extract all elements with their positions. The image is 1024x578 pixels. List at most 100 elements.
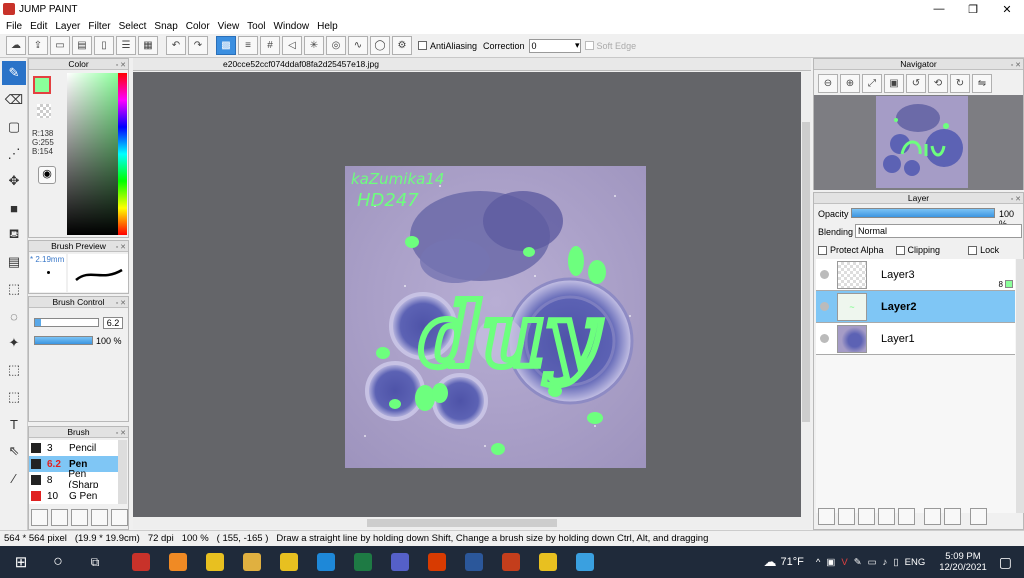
palette-icon[interactable]: ◉	[38, 166, 56, 184]
taskbar-explorer-icon[interactable]	[237, 550, 267, 574]
settings-gear-icon[interactable]: ⚙	[392, 36, 412, 55]
brush-item[interactable]: 10 G Pen	[29, 488, 118, 504]
brush-size-value[interactable]: 6.2	[103, 317, 123, 329]
menu-snap[interactable]: Snap	[150, 21, 181, 32]
message-icon[interactable]: ▤	[72, 36, 92, 55]
snap-grid-icon[interactable]: #	[260, 36, 280, 55]
taskbar-excel-icon[interactable]	[348, 550, 378, 574]
gradient-tool-icon[interactable]: ▤	[2, 250, 26, 274]
tray-antivirus-icon[interactable]: V	[841, 557, 847, 568]
search-icon[interactable]: ○	[43, 550, 73, 574]
weather-icon[interactable]: ☁	[764, 554, 777, 570]
undo-icon[interactable]: ↶	[166, 36, 186, 55]
rotate-left-icon[interactable]: ↺	[906, 74, 926, 93]
bucket-tool-icon[interactable]: ⛾	[2, 223, 26, 247]
menu-edit[interactable]: Edit	[26, 21, 51, 32]
layer-row-selected[interactable]: ~ Layer2	[816, 291, 1015, 323]
actual-size-icon[interactable]: ▣	[884, 74, 904, 93]
clipping-checkbox[interactable]	[895, 245, 905, 255]
rotate-right-icon[interactable]: ↻	[950, 74, 970, 93]
menu-layer[interactable]: Layer	[51, 21, 84, 32]
text-tool-icon[interactable]: T	[2, 412, 26, 436]
volume-icon[interactable]: ♪	[883, 557, 888, 568]
correction-select[interactable]: 0 ▾	[528, 38, 581, 53]
foreground-color-swatch[interactable]	[33, 76, 51, 94]
eyedropper-icon[interactable]: ⁄	[2, 466, 26, 490]
brush-item[interactable]: 3 Pencil	[29, 440, 118, 456]
taskbar-chrome-3-icon[interactable]	[533, 550, 563, 574]
halftone-layer-icon[interactable]	[878, 508, 895, 525]
operation-tool-icon[interactable]: ⇖	[2, 439, 26, 463]
close-button[interactable]: ✕	[990, 3, 1024, 16]
maximize-button[interactable]: ❐	[956, 3, 990, 16]
reset-rotation-icon[interactable]: ⟲	[928, 74, 948, 93]
duplicate-layer-icon[interactable]	[924, 508, 941, 525]
brush-size-slider[interactable]	[34, 318, 99, 327]
zoom-in-icon[interactable]: ⊕	[840, 74, 860, 93]
navigator-thumbnail[interactable]	[876, 96, 968, 188]
task-view-icon[interactable]: ⧉	[80, 550, 110, 574]
taskbar-chrome-icon[interactable]	[200, 550, 230, 574]
snap-radial-icon[interactable]: ✳	[304, 36, 324, 55]
new-1bit-layer-icon[interactable]	[858, 508, 875, 525]
snap-ellipse-icon[interactable]: ◯	[370, 36, 390, 55]
battery-icon[interactable]: ▯	[893, 557, 898, 568]
taskbar-edge-icon[interactable]	[311, 550, 341, 574]
menu-file[interactable]: File	[2, 21, 26, 32]
menu-filter[interactable]: Filter	[84, 21, 114, 32]
layer-row[interactable]: Layer3 8	[816, 259, 1015, 291]
protect-alpha-checkbox[interactable]	[818, 245, 827, 255]
dot-line-tool-icon[interactable]: ⋰	[2, 142, 26, 166]
snap-vanish-icon[interactable]: ◁	[282, 36, 302, 55]
new-layer-icon[interactable]	[818, 508, 835, 525]
document-tab[interactable]: e20cce52ccf074ddaf08fa2d25457e18.jpg	[223, 59, 379, 69]
brush-list-scrollbar[interactable]	[118, 440, 127, 504]
brush-settings-icon[interactable]	[31, 509, 48, 526]
windows-start-icon[interactable]: ⊞	[6, 550, 36, 574]
taskbar-photos-icon[interactable]	[570, 550, 600, 574]
menu-tool[interactable]: Tool	[243, 21, 269, 32]
taskbar-jump-paint-icon[interactable]	[126, 550, 156, 574]
menu-help[interactable]: Help	[313, 21, 342, 32]
brush-opacity-slider[interactable]	[34, 336, 93, 345]
taskbar-sublime-icon[interactable]	[163, 550, 193, 574]
weather-temperature[interactable]: 71°F	[781, 556, 804, 568]
cloud-icon[interactable]: ☁	[6, 36, 26, 55]
brush-item[interactable]: 8 Pen (Sharp	[29, 469, 118, 491]
zoom-out-icon[interactable]: ⊖	[818, 74, 838, 93]
rectangle-tool-icon[interactable]: ▢	[2, 115, 26, 139]
clock[interactable]: 5:09 PM 12/20/2021	[939, 551, 987, 573]
move-tool-icon[interactable]: ✥	[2, 169, 26, 193]
redo-icon[interactable]: ↷	[188, 36, 208, 55]
snap-concentric-icon[interactable]: ◎	[326, 36, 346, 55]
notification-icon[interactable]: ▢	[999, 554, 1012, 571]
antialiasing-checkbox[interactable]	[418, 41, 427, 50]
visibility-eye-icon[interactable]	[820, 302, 829, 311]
taskbar-chrome-2-icon[interactable]	[274, 550, 304, 574]
tray-pen-icon[interactable]: ✎	[854, 557, 862, 568]
new-page-icon[interactable]: ▯	[94, 36, 114, 55]
magic-wand-icon[interactable]: ✦	[2, 331, 26, 355]
snap-parallel-icon[interactable]: ≡	[238, 36, 258, 55]
share-icon[interactable]: ⇪	[28, 36, 48, 55]
lasso-icon[interactable]: ◌	[2, 304, 26, 328]
new-folder-icon[interactable]	[898, 508, 915, 525]
tray-chevron-icon[interactable]: ^	[816, 557, 820, 568]
visibility-eye-icon[interactable]	[820, 270, 829, 279]
snap-off-icon[interactable]: ▩	[216, 36, 236, 55]
select-eraser-icon[interactable]: ⬚	[2, 385, 26, 409]
menu-select[interactable]: Select	[115, 21, 151, 32]
select-rect-icon[interactable]: ⬚	[2, 277, 26, 301]
brush-menu-icon[interactable]	[91, 509, 108, 526]
visibility-eye-icon[interactable]	[820, 334, 829, 343]
canvas-horizontal-scrollbar[interactable]	[133, 517, 811, 529]
layer-list-scrollbar[interactable]	[1016, 259, 1024, 513]
merge-layer-icon[interactable]	[944, 508, 961, 525]
tray-app-icon[interactable]: ▣	[826, 557, 835, 568]
taskbar-teams-icon[interactable]	[385, 550, 415, 574]
grid-layout-icon[interactable]: ▦	[138, 36, 158, 55]
canvas-vertical-scrollbar[interactable]	[801, 72, 811, 517]
brush-delete-icon[interactable]	[111, 509, 128, 526]
new-8bit-layer-icon[interactable]	[838, 508, 855, 525]
menu-color[interactable]: Color	[182, 21, 214, 32]
